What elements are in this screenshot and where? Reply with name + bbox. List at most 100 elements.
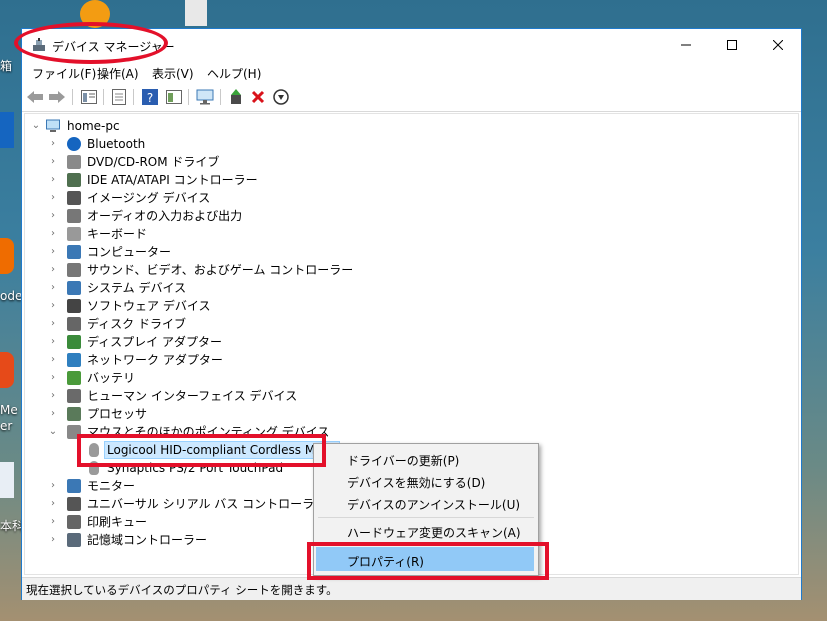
tree-category-label: ディスプレイ アダプター [87,335,222,349]
expand-chevron-icon[interactable]: › [48,351,58,369]
tree-category-row[interactable]: › システム デバイス [25,279,445,297]
expand-chevron-icon[interactable]: › [48,495,58,513]
tree-root-label: home-pc [67,119,120,133]
computer-root-icon [46,119,60,132]
update-driver-button[interactable] [226,87,246,107]
close-icon [773,40,783,50]
tree-category-row[interactable]: › ネットワーク アダプター [25,351,445,369]
desktop-shortcut-icon[interactable] [0,112,14,148]
menu-action[interactable]: 操作(A) [97,65,139,82]
tree-category-row[interactable]: › ヒューマン インターフェイス デバイス [25,387,445,405]
properties-button[interactable] [109,87,129,107]
collapse-chevron-icon[interactable]: ⌄ [48,423,58,441]
expand-chevron-icon[interactable]: › [48,279,58,297]
maximize-button[interactable] [709,29,755,61]
toolbar-separator [220,89,221,105]
tree-category-label: ソフトウェア デバイス [87,299,211,313]
forward-arrow-icon [49,91,65,103]
expand-chevron-icon[interactable]: › [48,405,58,423]
computer-icon [67,245,81,259]
sound-icon [67,263,81,277]
tree-category-label: オーディオの入力および出力 [87,209,243,223]
tree-category-row[interactable]: › イメージング デバイス [25,189,445,207]
expand-chevron-icon[interactable]: › [48,477,58,495]
tree-category-label: コンピューター [87,245,172,259]
menu-item-update-driver[interactable]: ドライバーの更新(P) [347,452,459,469]
tree-category-label: バッテリ [87,371,136,385]
expand-chevron-icon[interactable]: › [48,261,58,279]
tree-category-row[interactable]: › ディスプレイ アダプター [25,333,445,351]
annotation-device-box [77,434,326,467]
menu-item-uninstall-device[interactable]: デバイスのアンインストール(U) [347,496,520,513]
toolbar-separator [103,89,104,105]
tree-category-label: プロセッサ [87,407,148,421]
expand-chevron-icon[interactable]: › [48,171,58,189]
tree-category-row[interactable]: › キーボード [25,225,445,243]
menu-file[interactable]: ファイル(F) [32,65,96,82]
expand-chevron-icon[interactable]: › [48,207,58,225]
system-device-icon [67,281,81,295]
desktop-label: ode [0,289,23,303]
show-hide-tree-button[interactable] [79,87,99,107]
expand-chevron-icon[interactable]: › [48,333,58,351]
storage-controller-icon [67,533,81,547]
desktop-label: er [0,419,13,433]
tree-category-row[interactable]: › DVD/CD-ROM ドライブ [25,153,445,171]
properties-icon [112,89,126,105]
desktop-app-icon[interactable] [0,238,14,274]
help-button[interactable]: ? [140,87,160,107]
expand-chevron-icon[interactable]: › [48,513,58,531]
tree-category-row[interactable]: › コンピューター [25,243,445,261]
uninstall-x-icon [251,90,265,104]
expand-chevron-icon[interactable]: › [48,531,58,549]
minimize-button[interactable] [663,29,709,61]
menu-item-disable-device[interactable]: デバイスを無効にする(D) [347,474,485,491]
expand-chevron-icon[interactable]: › [48,387,58,405]
expand-chevron-icon[interactable]: › [48,369,58,387]
tree-category-row[interactable]: › プロセッサ [25,405,445,423]
tree-category-row[interactable]: › ソフトウェア デバイス [25,297,445,315]
disable-device-button[interactable] [271,87,291,107]
tree-category-row[interactable]: › Bluetooth [25,135,445,153]
uninstall-button[interactable] [248,87,268,107]
run-view-icon [166,90,182,104]
tree-category-row[interactable]: › バッテリ [25,369,445,387]
monitor-scan-button[interactable] [195,87,215,107]
keyboard-icon [67,227,81,241]
menu-view[interactable]: 表示(V) [152,65,194,82]
menu-separator [318,517,534,518]
tree-root[interactable]: ⌄ home-pc [25,117,325,135]
help-icon: ? [142,89,158,105]
desktop-label: 箱 [0,59,13,73]
desktop-file-icon[interactable] [0,462,14,498]
desktop-top-icon[interactable] [185,0,207,26]
back-button[interactable] [25,87,45,107]
desktop-app-icon[interactable] [0,352,14,388]
svg-text:?: ? [147,91,153,105]
forward-button[interactable] [47,87,67,107]
minimize-icon [681,44,691,46]
expand-chevron-icon[interactable]: › [48,135,58,153]
tree-category-row[interactable]: › ディスク ドライブ [25,315,445,333]
expand-chevron-icon[interactable]: › [48,153,58,171]
menu-item-scan-hardware[interactable]: ハードウェア変更のスキャン(A) [347,524,521,541]
display-adapter-icon [67,335,81,349]
tree-category-label: ヒューマン インターフェイス デバイス [87,389,298,403]
run-view-button[interactable] [164,87,184,107]
tree-category-label: DVD/CD-ROM ドライブ [87,155,220,169]
toolbar-separator [133,89,134,105]
tree-category-row[interactable]: › IDE ATA/ATAPI コントローラー [25,171,445,189]
download-disable-icon [273,89,289,105]
tree-category-row[interactable]: › オーディオの入力および出力 [25,207,445,225]
menu-help[interactable]: ヘルプ(H) [207,65,261,82]
tree-category-row[interactable]: › サウンド、ビデオ、およびゲーム コントローラー [25,261,445,279]
expand-chevron-icon[interactable]: › [48,297,58,315]
expand-chevron-icon[interactable]: › [48,189,58,207]
tree-category-label: 印刷キュー [87,515,148,529]
expand-chevron-icon[interactable]: › [48,315,58,333]
close-button[interactable] [755,29,801,61]
expand-chevron-icon[interactable]: › [48,225,58,243]
collapse-chevron-icon[interactable]: ⌄ [31,117,41,135]
show-hide-tree-icon [81,90,97,104]
expand-chevron-icon[interactable]: › [48,243,58,261]
